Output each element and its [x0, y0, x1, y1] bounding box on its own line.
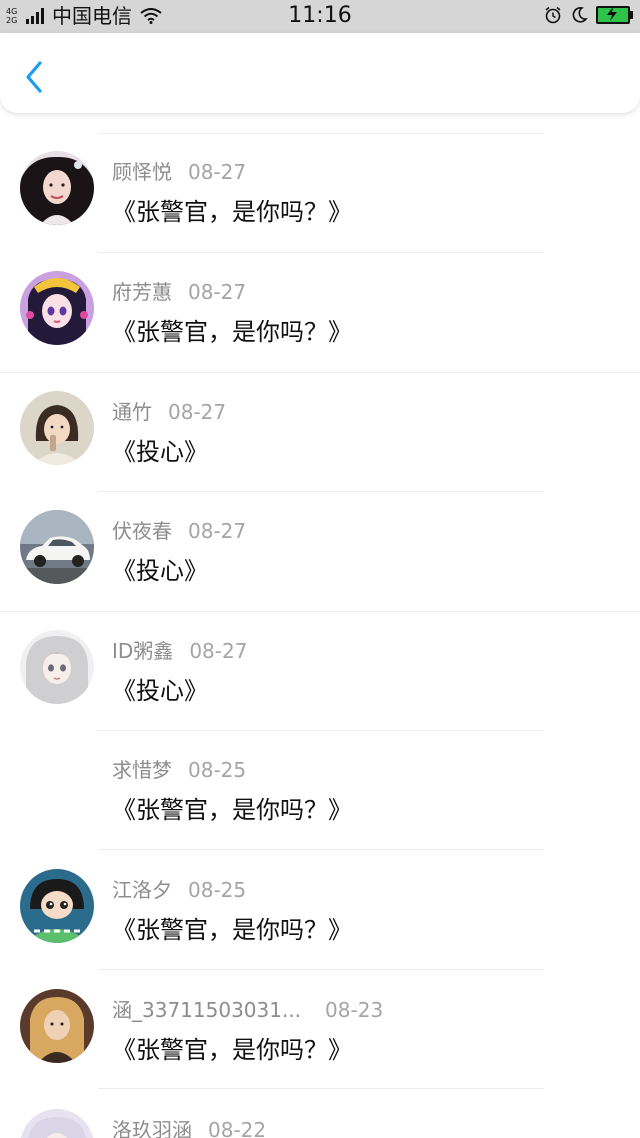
- list-item[interactable]: ID粥鑫 08-27 《投心》: [0, 592, 640, 712]
- back-chevron-icon[interactable]: [18, 57, 52, 97]
- item-meta: 涵_33711503031... 08-23: [112, 997, 383, 1023]
- item-title[interactable]: 《投心》: [112, 676, 208, 706]
- item-meta: 顾怿悦 08-27: [112, 159, 246, 185]
- avatar[interactable]: [20, 1109, 94, 1138]
- moon-icon: [572, 7, 588, 23]
- item-date: 08-22: [208, 1118, 267, 1138]
- item-title[interactable]: 《投心》: [112, 437, 208, 467]
- item-meta: ID粥鑫 08-27: [112, 638, 247, 664]
- user-name[interactable]: 洛玖羽涵: [112, 1118, 192, 1138]
- comment-list: 顾怿悦 08-27 《张警官，是你吗？》 府芳蕙 08-27 《张警官，是你吗？》: [0, 113, 640, 1138]
- item-title[interactable]: 《张警官，是你吗？》: [112, 317, 352, 347]
- status-right: [544, 6, 633, 24]
- item-date: 08-27: [188, 160, 247, 184]
- user-name[interactable]: 伏夜春: [112, 519, 172, 543]
- avatar[interactable]: [20, 510, 94, 584]
- list-item[interactable]: 洛玖羽涵 08-22: [0, 1071, 640, 1138]
- user-name[interactable]: ID粥鑫: [112, 639, 173, 663]
- item-date: 08-25: [188, 878, 247, 902]
- list-item[interactable]: 涵_33711503031... 08-23 《张警官，是你吗？》: [0, 951, 640, 1071]
- item-date: 08-25: [188, 758, 247, 782]
- item-meta: 伏夜春 08-27: [112, 518, 246, 544]
- avatar[interactable]: [20, 391, 94, 465]
- item-title[interactable]: 《张警官，是你吗？》: [112, 1035, 352, 1065]
- nav-bar: [0, 33, 640, 113]
- avatar[interactable]: [20, 989, 94, 1063]
- avatar[interactable]: [20, 151, 94, 225]
- list-item[interactable]: 求惜梦 08-25 《张警官，是你吗？》: [0, 711, 640, 831]
- status-bar: 4G 2G 中国电信 11:16: [0, 0, 640, 33]
- avatar[interactable]: [20, 869, 94, 943]
- list-item[interactable]: 府芳蕙 08-27 《张警官，是你吗？》: [0, 233, 640, 353]
- item-title[interactable]: 《张警官，是你吗？》: [112, 795, 352, 825]
- item-date: 08-23: [325, 998, 384, 1022]
- user-name[interactable]: 江洛夕: [112, 878, 172, 902]
- alarm-clock-icon: [545, 6, 561, 24]
- item-date: 08-27: [188, 519, 247, 543]
- user-name[interactable]: 顾怿悦: [112, 160, 172, 184]
- item-title[interactable]: 《张警官，是你吗？》: [112, 915, 352, 945]
- item-meta: 江洛夕 08-25: [112, 877, 246, 903]
- item-meta: 通竹 08-27: [112, 399, 226, 425]
- user-name[interactable]: 府芳蕙: [112, 280, 172, 304]
- user-name[interactable]: 通竹: [112, 400, 152, 424]
- item-meta: 洛玖羽涵 08-22: [112, 1117, 266, 1138]
- item-title[interactable]: 《张警官，是你吗？》: [112, 197, 352, 227]
- list-item[interactable]: 江洛夕 08-25 《张警官，是你吗？》: [0, 831, 640, 951]
- item-meta: 府芳蕙 08-27: [112, 279, 246, 305]
- battery-charging-icon: [596, 6, 633, 24]
- item-date: 08-27: [168, 400, 227, 424]
- item-title[interactable]: 《投心》: [112, 556, 208, 586]
- list-item[interactable]: 通竹 08-27 《投心》: [0, 353, 640, 473]
- list-item[interactable]: 伏夜春 08-27 《投心》: [0, 472, 640, 592]
- item-meta: 求惜梦 08-25: [112, 757, 246, 783]
- avatar[interactable]: [20, 630, 94, 704]
- user-name[interactable]: 求惜梦: [112, 758, 172, 782]
- item-date: 08-27: [189, 639, 248, 663]
- item-date: 08-27: [188, 280, 247, 304]
- user-name[interactable]: 涵_33711503031...: [112, 998, 301, 1022]
- list-item[interactable]: 顾怿悦 08-27 《张警官，是你吗？》: [0, 113, 640, 233]
- avatar[interactable]: [20, 271, 94, 345]
